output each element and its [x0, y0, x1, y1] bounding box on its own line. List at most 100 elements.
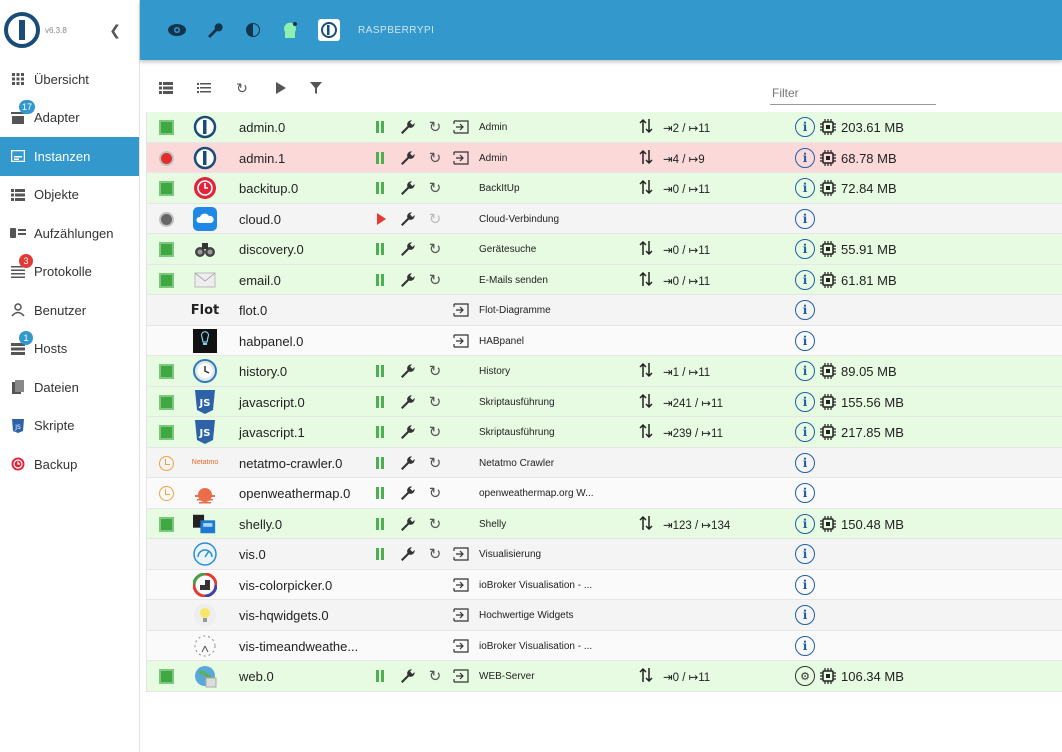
info-icon[interactable]: i — [795, 513, 815, 534]
settings-wrench-icon[interactable] — [399, 118, 417, 136]
pause-instance-button[interactable] — [375, 243, 386, 255]
filter-input[interactable] — [770, 82, 936, 105]
open-web-icon[interactable] — [453, 547, 469, 561]
pause-instance-button[interactable] — [375, 548, 386, 560]
settings-wrench-icon[interactable] — [399, 393, 417, 411]
settings-gear-icon[interactable]: ⚙ — [795, 666, 815, 686]
info-icon[interactable]: i — [795, 483, 815, 503]
info-icon[interactable]: i — [795, 178, 815, 198]
collapse-sidebar-icon[interactable]: ❮ — [109, 22, 121, 39]
list-view-icon[interactable] — [194, 80, 214, 96]
expert-mode-icon[interactable] — [280, 19, 302, 41]
open-web-icon[interactable] — [453, 577, 469, 592]
pause-instance-button[interactable] — [375, 456, 386, 469]
open-web-icon[interactable] — [453, 120, 469, 134]
sidebar-item-instanzen[interactable]: Instanzen — [0, 137, 139, 176]
info-icon[interactable]: i — [795, 300, 815, 320]
status-running-indicator[interactable] — [159, 364, 174, 379]
sidebar-item-hosts[interactable]: Hosts 1 — [0, 330, 139, 369]
restart-instance-icon[interactable]: ↻ — [427, 362, 443, 380]
sidebar-item-skripte[interactable]: JS Skripte — [0, 407, 139, 446]
sidebar-item-aufzählungen[interactable]: Aufzählungen — [0, 214, 139, 253]
settings-wrench-icon[interactable] — [399, 271, 417, 289]
settings-wrench-icon[interactable] — [399, 179, 417, 197]
start-instance-button[interactable] — [377, 212, 386, 225]
open-web-icon[interactable] — [453, 333, 469, 348]
info-icon[interactable]: i — [795, 269, 815, 290]
status-error-indicator[interactable] — [159, 150, 174, 166]
open-web-icon[interactable] — [453, 150, 469, 165]
sidebar-item-protokolle[interactable]: Protokolle 3 — [0, 253, 139, 292]
status-running-indicator[interactable] — [159, 120, 174, 135]
status-running-indicator[interactable] — [159, 181, 174, 196]
restart-instance-icon[interactable]: ↻ — [427, 118, 443, 136]
status-running-indicator[interactable] — [159, 272, 174, 288]
restart-instance-icon[interactable]: ↻ — [427, 240, 443, 258]
settings-wrench-icon[interactable] — [399, 545, 417, 563]
pause-instance-button[interactable] — [375, 395, 386, 408]
open-web-icon[interactable] — [453, 638, 469, 653]
restart-instance-icon[interactable]: ↻ — [427, 179, 443, 197]
wrench-icon[interactable] — [204, 19, 226, 41]
status-scheduled-clock-icon[interactable] — [159, 455, 174, 471]
refresh-icon[interactable]: ↻ — [232, 80, 252, 96]
status-scheduled-clock-icon[interactable] — [159, 486, 174, 501]
status-running-indicator[interactable] — [159, 425, 174, 440]
table-view-icon[interactable] — [156, 80, 176, 96]
restart-instance-icon[interactable]: ↻ — [427, 454, 443, 472]
pause-instance-button[interactable] — [375, 487, 386, 499]
status-running-indicator[interactable] — [159, 516, 174, 532]
pause-instance-button[interactable] — [375, 151, 386, 164]
info-icon[interactable]: i — [795, 391, 815, 412]
status-running-indicator[interactable] — [159, 242, 174, 257]
pause-instance-button[interactable] — [375, 273, 386, 286]
restart-instance-icon[interactable]: ↻ — [427, 271, 443, 289]
restart-instance-icon[interactable]: ↻ — [427, 149, 443, 167]
info-icon[interactable]: i — [795, 605, 815, 625]
sidebar-item-objekte[interactable]: Objekte — [0, 176, 139, 215]
settings-wrench-icon[interactable] — [399, 240, 417, 258]
pause-instance-button[interactable] — [375, 365, 386, 377]
settings-wrench-icon[interactable] — [399, 515, 417, 533]
status-running-indicator[interactable] — [159, 669, 174, 684]
restart-instance-icon[interactable]: ↻ — [427, 545, 443, 563]
info-icon[interactable]: i — [795, 544, 815, 564]
status-stopped-indicator[interactable] — [159, 211, 174, 227]
sidebar-item-adapter[interactable]: Adapter 17 — [0, 99, 139, 138]
pause-instance-button[interactable] — [375, 121, 386, 133]
info-icon[interactable]: i — [795, 330, 815, 351]
open-web-icon[interactable] — [453, 303, 469, 317]
info-icon[interactable]: i — [795, 452, 815, 473]
settings-wrench-icon[interactable] — [399, 454, 417, 472]
settings-wrench-icon[interactable] — [399, 149, 417, 167]
info-icon[interactable]: i — [795, 117, 815, 137]
sidebar-item-übersicht[interactable]: Übersicht — [0, 60, 139, 99]
pause-instance-button[interactable] — [375, 517, 386, 530]
filter-icon[interactable] — [306, 80, 326, 96]
open-web-icon[interactable] — [453, 669, 469, 683]
eye-icon[interactable] — [166, 19, 188, 41]
theme-icon[interactable] — [242, 19, 264, 41]
status-running-indicator[interactable] — [159, 394, 174, 410]
info-icon[interactable]: i — [795, 147, 815, 168]
info-icon[interactable]: i — [795, 361, 815, 381]
pause-instance-button[interactable] — [375, 426, 386, 438]
settings-wrench-icon[interactable] — [399, 423, 417, 441]
info-icon[interactable]: i — [795, 208, 815, 229]
restart-instance-icon[interactable]: ↻ — [427, 667, 443, 685]
settings-wrench-icon[interactable] — [399, 210, 417, 228]
settings-wrench-icon[interactable] — [399, 484, 417, 502]
restart-instance-icon[interactable]: ↻ — [427, 393, 443, 411]
restart-instance-icon[interactable]: ↻ — [427, 484, 443, 502]
info-icon[interactable]: i — [795, 422, 815, 442]
pause-instance-button[interactable] — [375, 670, 386, 682]
restart-instance-icon[interactable]: ↻ — [427, 515, 443, 533]
sidebar-item-backup[interactable]: Backup — [0, 445, 139, 484]
sidebar-item-benutzer[interactable]: Benutzer — [0, 291, 139, 330]
info-icon[interactable]: i — [795, 574, 815, 595]
sidebar-item-dateien[interactable]: Dateien — [0, 368, 139, 407]
settings-wrench-icon[interactable] — [399, 667, 417, 685]
pause-instance-button[interactable] — [375, 182, 386, 194]
open-web-icon[interactable] — [453, 608, 469, 622]
play-all-icon[interactable] — [271, 80, 291, 96]
